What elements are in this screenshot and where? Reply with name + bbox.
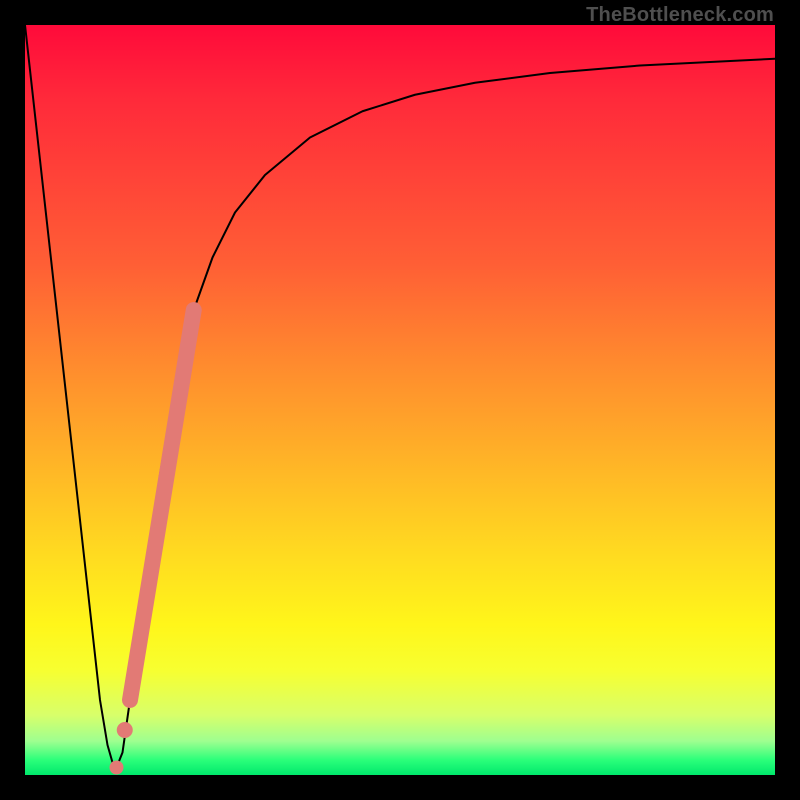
- plot-svg: [25, 25, 775, 775]
- dot-2: [110, 761, 124, 775]
- chart-frame: TheBottleneck.com: [0, 0, 800, 800]
- watermark-text: TheBottleneck.com: [586, 4, 774, 27]
- highlight-segment: [130, 310, 194, 700]
- dot-1: [117, 722, 133, 738]
- plot-area: [25, 25, 775, 775]
